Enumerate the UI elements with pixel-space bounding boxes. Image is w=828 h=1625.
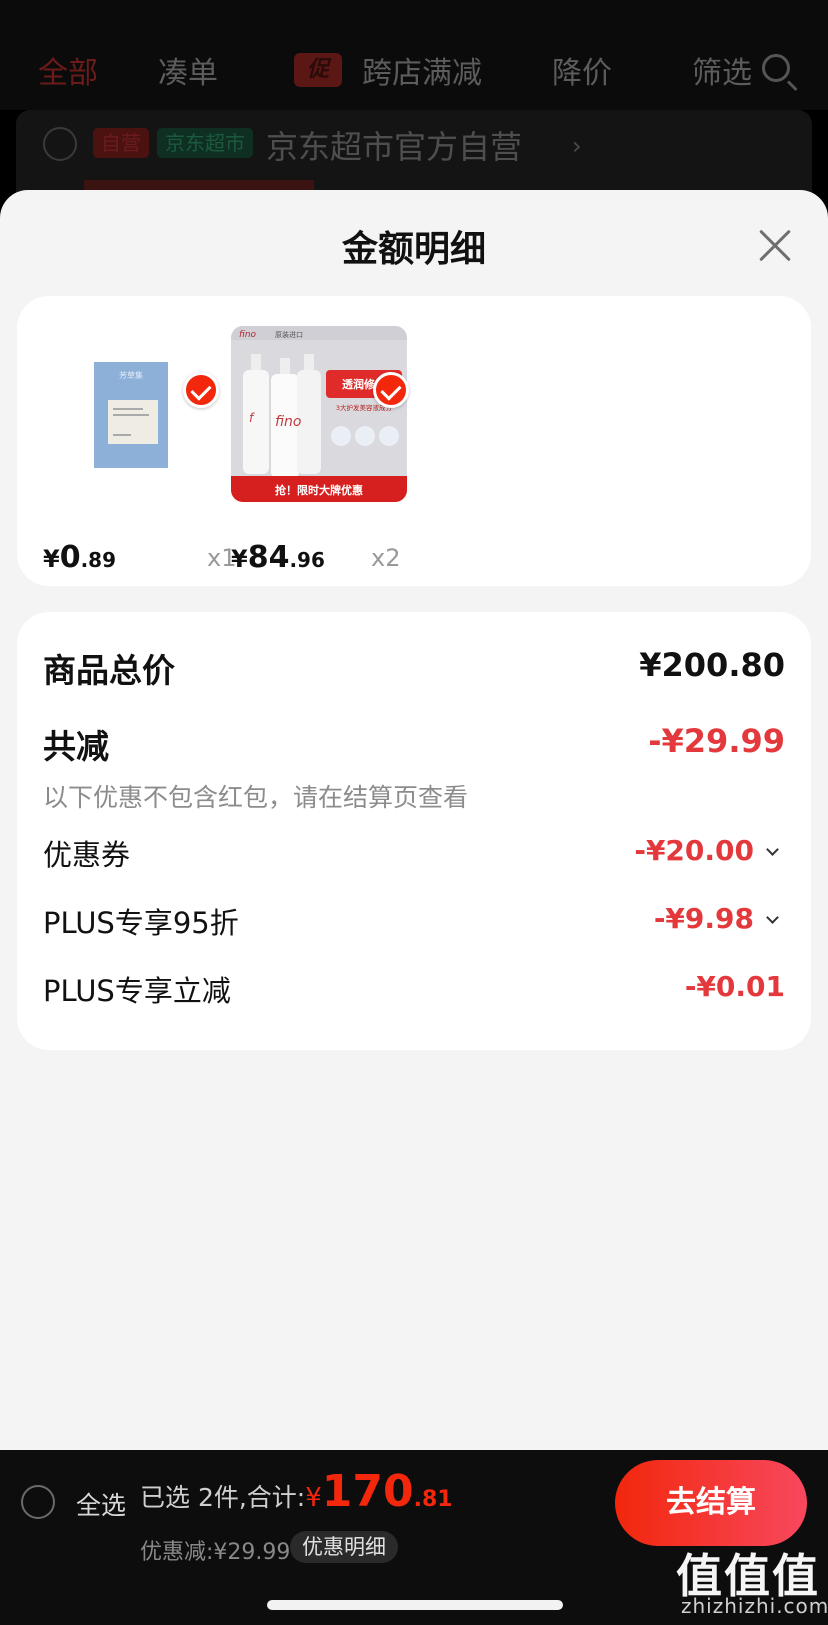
selection-summary: 已选 2件,合计:¥170.81: [140, 1466, 453, 1517]
product-strip: [84, 180, 314, 190]
sheet-title: 金额明细: [341, 229, 486, 270]
chevron-down-icon[interactable]: [766, 911, 779, 924]
store-select-radio[interactable]: [43, 127, 77, 161]
total-amount: 170: [321, 1466, 414, 1517]
discount-detail-button[interactable]: 优惠明细: [290, 1531, 398, 1563]
select-all-radio[interactable]: [21, 1485, 55, 1519]
cart-tabs-bar: 全部 凑单 促 跨店满减 降价 筛选: [0, 0, 828, 110]
tab-price-drop[interactable]: 降价: [552, 48, 612, 92]
self-operated-badge: 自营: [93, 128, 149, 158]
plus-discount-value: -¥9.98: [653, 902, 754, 935]
fino-banner-text: 抢！限时大牌优惠: [275, 483, 363, 497]
discount-summary: 优惠减:¥29.99: [140, 1540, 291, 1565]
checked-icon[interactable]: [183, 372, 219, 408]
chevron-right-icon: ›: [572, 132, 582, 160]
fino-brand-text: fino: [239, 330, 257, 340]
chevron-down-icon[interactable]: [766, 843, 779, 856]
checked-icon[interactable]: [373, 372, 409, 408]
product-image-sample: 芳草集: [43, 326, 219, 502]
discount-value: -¥29.99: [648, 722, 785, 760]
amount-detail-sheet: 金额明细 芳草集 ¥0.89 x1 fino 原装进口 f fino 透润修护 …: [0, 190, 828, 1450]
plus-discount-value-row[interactable]: -¥9.98: [653, 902, 779, 935]
coupon-label: 优惠券: [43, 838, 131, 872]
product-price: ¥0.89: [43, 540, 117, 575]
summary-text: 已选 2件,合计:: [140, 1483, 306, 1512]
total-label: 商品总价: [43, 651, 175, 690]
select-all-label[interactable]: 全选: [76, 1486, 126, 1522]
product-card: 芳草集 ¥0.89 x1 fino 原装进口 f fino 透润修护 3大护发美…: [17, 296, 811, 586]
svg-text:fino: fino: [275, 414, 301, 430]
store-name[interactable]: 京东超市官方自营: [266, 122, 522, 168]
watermark-url: zhizhizhi.com: [681, 1594, 828, 1618]
discount-hint: 以下优惠不包含红包，请在结算页查看: [43, 783, 469, 812]
plus-instant-value: -¥0.01: [684, 970, 785, 1003]
sample-pack-brand: 芳草集: [119, 370, 143, 380]
promo-tag: 促: [294, 53, 342, 87]
discount-label: 共减: [43, 727, 109, 766]
coupon-value: -¥20.00: [634, 834, 754, 867]
product-qty: x2: [371, 544, 401, 572]
supermarket-badge: 京东超市: [157, 128, 253, 158]
product-price: ¥84.96: [231, 540, 325, 575]
product-image-fino: fino 原装进口 f fino 透润修护 3大护发美容液成分 抢！限时大牌优惠: [231, 326, 407, 502]
checkout-button[interactable]: 去结算: [615, 1460, 807, 1546]
tab-cross-store[interactable]: 跨店满减: [362, 48, 482, 92]
total-value: ¥200.80: [639, 646, 785, 684]
fino-tag-text: 原装进口: [275, 330, 303, 339]
tab-filter[interactable]: 筛选: [692, 48, 752, 92]
plus-instant-label: PLUS专享立减: [43, 974, 231, 1008]
tab-addon[interactable]: 凑单: [158, 48, 218, 92]
home-indicator[interactable]: [267, 1600, 563, 1610]
checkout-bar: 全选 已选 2件,合计:¥170.81 优惠减:¥29.99 优惠明细 去结算 …: [0, 1450, 828, 1625]
search-icon[interactable]: [762, 54, 790, 82]
coupon-value-row[interactable]: -¥20.00: [634, 834, 779, 867]
tab-all[interactable]: 全部: [38, 48, 98, 92]
close-icon[interactable]: [754, 224, 796, 266]
price-detail-card: 商品总价 ¥200.80 共减 -¥29.99 以下优惠不包含红包，请在结算页查…: [17, 612, 811, 1050]
plus-discount-label: PLUS专享95折: [43, 906, 239, 940]
